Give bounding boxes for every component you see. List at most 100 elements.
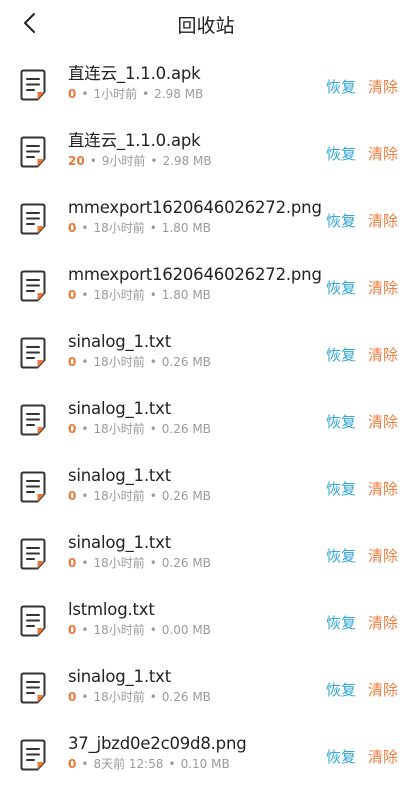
clear-button[interactable]: 清除 [368, 612, 398, 633]
file-meta: 0 • 18小时前 • 0.26 MB [68, 355, 211, 369]
file-size: 0.26 MB [161, 489, 211, 503]
recycle-bin-list: 直连云_1.1.0.apk 0 • 1小时前 • 2.98 MB 恢复 清除 直连云_1… [0, 51, 412, 788]
file-size: 1.80 MB [161, 288, 211, 302]
clear-button[interactable]: 清除 [368, 210, 398, 231]
file-meta: 0 • 18小时前 • 1.80 MB [68, 288, 211, 302]
deleted-time: 9小时前 [101, 154, 146, 168]
file-size: 2.98 MB [154, 87, 204, 101]
list-item-9: lstmlog.txt 0 • 18小时前 • 0.00 MB 恢复 清除 [0, 587, 412, 654]
file-meta: 0 • 18小时前 • 0.00 MB [68, 623, 211, 637]
restore-count: 0 [68, 355, 77, 369]
file-name: sinalog_1.txt [68, 533, 171, 552]
file-size: 0.26 MB [161, 690, 211, 704]
clear-button[interactable]: 清除 [368, 746, 398, 767]
restore-button[interactable]: 恢复 [326, 545, 356, 566]
deleted-time: 18小时前 [93, 422, 145, 436]
file-meta: 0 • 8天前 12:58 • 0.10 MB [68, 757, 230, 771]
restore-count: 0 [68, 556, 77, 570]
clear-button[interactable]: 清除 [368, 545, 398, 566]
list-item-6: sinalog_1.txt 0 • 18小时前 • 0.26 MB 恢复 清除 [0, 386, 412, 453]
restore-count: 0 [68, 221, 77, 235]
restore-count: 0 [68, 489, 77, 503]
file-size: 0.26 MB [161, 422, 211, 436]
clear-button[interactable]: 清除 [368, 478, 398, 499]
clear-button[interactable]: 清除 [368, 76, 398, 97]
clear-button[interactable]: 清除 [368, 679, 398, 700]
file-size: 0.26 MB [161, 355, 211, 369]
file-name: sinalog_1.txt [68, 667, 171, 686]
restore-button[interactable]: 恢复 [326, 612, 356, 633]
restore-count: 0 [68, 690, 77, 704]
file-name: 直连云_1.1.0.apk [68, 131, 201, 150]
list-item-10: sinalog_1.txt 0 • 18小时前 • 0.26 MB 恢复 清除 [0, 654, 412, 721]
file-size: 0.00 MB [161, 623, 211, 637]
deleted-time: 18小时前 [93, 221, 145, 235]
file-meta: 0 • 18小时前 • 1.80 MB [68, 221, 211, 235]
document-icon [20, 672, 46, 704]
file-name: 直连云_1.1.0.apk [68, 64, 201, 83]
restore-button[interactable]: 恢复 [326, 746, 356, 767]
file-meta: 0 • 18小时前 • 0.26 MB [68, 690, 211, 704]
document-icon [20, 69, 46, 101]
file-meta: 20 • 9小时前 • 2.98 MB [68, 154, 212, 168]
file-meta: 0 • 18小时前 • 0.26 MB [68, 422, 211, 436]
clear-button[interactable]: 清除 [368, 344, 398, 365]
list-item-11: 37_jbzd0e2c09d8.png 0 • 8天前 12:58 • 0.10 MB … [0, 721, 412, 788]
document-icon [20, 203, 46, 235]
page-title: 回收站 [177, 15, 235, 37]
deleted-time: 1小时前 [93, 87, 138, 101]
clear-button[interactable]: 清除 [368, 277, 398, 298]
restore-button[interactable]: 恢复 [326, 143, 356, 164]
deleted-time: 18小时前 [93, 623, 145, 637]
file-meta: 0 • 1小时前 • 2.98 MB [68, 87, 204, 101]
deleted-time: 8天前 12:58 [93, 757, 164, 771]
deleted-time: 18小时前 [93, 690, 145, 704]
document-icon [20, 337, 46, 369]
document-icon [20, 136, 46, 168]
restore-count: 0 [68, 422, 77, 436]
clear-button[interactable]: 清除 [368, 143, 398, 164]
document-icon [20, 270, 46, 302]
document-icon [20, 538, 46, 570]
restore-count: 0 [68, 288, 77, 302]
list-item-1: 直连云_1.1.0.apk 0 • 1小时前 • 2.98 MB 恢复 清除 [0, 51, 412, 118]
list-item-5: sinalog_1.txt 0 • 18小时前 • 0.26 MB 恢复 清除 [0, 319, 412, 386]
file-size: 2.98 MB [162, 154, 212, 168]
document-icon [20, 605, 46, 637]
file-meta: 0 • 18小时前 • 0.26 MB [68, 489, 211, 503]
file-size: 0.26 MB [161, 556, 211, 570]
restore-button[interactable]: 恢复 [326, 679, 356, 700]
restore-count: 0 [68, 623, 77, 637]
deleted-time: 18小时前 [93, 489, 145, 503]
deleted-time: 18小时前 [93, 288, 145, 302]
deleted-time: 18小时前 [93, 556, 145, 570]
file-size: 0.10 MB [180, 757, 230, 771]
list-item-2: 直连云_1.1.0.apk 20 • 9小时前 • 2.98 MB 恢复 清除 [0, 118, 412, 185]
file-meta: 0 • 18小时前 • 0.26 MB [68, 556, 211, 570]
file-name: mmexport1620646026272.png [68, 198, 322, 217]
restore-button[interactable]: 恢复 [326, 344, 356, 365]
restore-count: 0 [68, 87, 77, 101]
document-icon [20, 739, 46, 771]
restore-button[interactable]: 恢复 [326, 478, 356, 499]
file-name: lstmlog.txt [68, 600, 155, 619]
deleted-time: 18小时前 [93, 355, 145, 369]
file-name: sinalog_1.txt [68, 332, 171, 351]
restore-button[interactable]: 恢复 [326, 76, 356, 97]
document-icon [20, 471, 46, 503]
file-name: sinalog_1.txt [68, 399, 171, 418]
list-item-4: mmexport1620646026272.png 0 • 18小时前 • 1.80 M… [0, 252, 412, 319]
clear-button[interactable]: 清除 [368, 411, 398, 432]
file-size: 1.80 MB [161, 221, 211, 235]
document-icon [20, 404, 46, 436]
file-name: mmexport1620646026272.png [68, 265, 322, 284]
restore-count: 20 [68, 154, 85, 168]
restore-count: 0 [68, 757, 77, 771]
file-name: 37_jbzd0e2c09d8.png [68, 734, 247, 753]
restore-button[interactable]: 恢复 [326, 210, 356, 231]
list-item-8: sinalog_1.txt 0 • 18小时前 • 0.26 MB 恢复 清除 [0, 520, 412, 587]
restore-button[interactable]: 恢复 [326, 411, 356, 432]
restore-button[interactable]: 恢复 [326, 277, 356, 298]
file-name: sinalog_1.txt [68, 466, 171, 485]
header: 回收站 [0, 0, 412, 46]
